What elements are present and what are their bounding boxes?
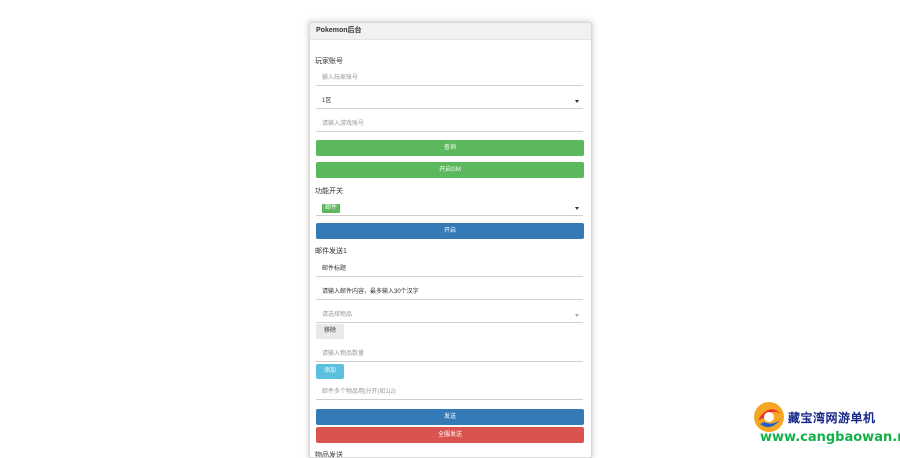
remove-button[interactable]: 移除 xyxy=(316,324,345,339)
chevron-down-icon xyxy=(575,207,579,210)
selected-function-tag: 邮件 xyxy=(322,204,341,213)
mail-content-input[interactable]: 请输入邮件内容，最多输入30个汉字 xyxy=(316,285,583,300)
mail-title-input[interactable]: 邮件标题 xyxy=(316,262,583,277)
watermark-title: 藏宝湾网游单机 xyxy=(788,411,876,425)
notice-input[interactable]: 邮件多个物品用|分开(如1|2) xyxy=(316,385,583,400)
item-select-placeholder: 请选择物品 xyxy=(322,312,353,318)
server-select[interactable]: 1区 xyxy=(316,94,583,109)
open-button[interactable]: 开启 xyxy=(316,223,584,239)
admin-panel: Pokemon后台 玩家账号 输入玩家账号 1区 请输入游戏账号 查询 开启GM… xyxy=(309,22,592,458)
chevron-down-icon xyxy=(575,100,579,103)
send-all-button[interactable]: 全服发送 xyxy=(316,427,584,443)
role-input[interactable]: 请输入游戏账号 xyxy=(316,117,583,132)
account-section-label: 玩家账号 xyxy=(315,58,343,65)
watermark-logo-icon xyxy=(754,402,784,432)
mail-section-label: 邮件发送1 xyxy=(315,248,347,255)
chevron-down-icon xyxy=(575,314,579,317)
send-button[interactable]: 发送 xyxy=(316,409,584,425)
item-count-input[interactable]: 请输入物品数量 xyxy=(316,347,583,362)
item-select[interactable]: 请选择物品 xyxy=(316,308,583,323)
server-select-value: 1区 xyxy=(322,98,332,104)
query-button[interactable]: 查询 xyxy=(316,140,584,156)
gm-button[interactable]: 开启GM xyxy=(316,162,584,178)
panel-title: Pokemon后台 xyxy=(310,23,591,40)
watermark-url: www.cangbaowan.net xyxy=(760,430,900,445)
function-section-label: 功能开关 xyxy=(315,188,343,195)
watermark: 藏宝湾网游单机 www.cangbaowan.net xyxy=(752,398,900,450)
add-button[interactable]: 添加 xyxy=(316,364,345,379)
account-input[interactable]: 输入玩家账号 xyxy=(316,71,583,86)
item-send-section-label: 物品发送 xyxy=(315,452,343,458)
function-select[interactable]: 邮件 xyxy=(316,201,583,216)
